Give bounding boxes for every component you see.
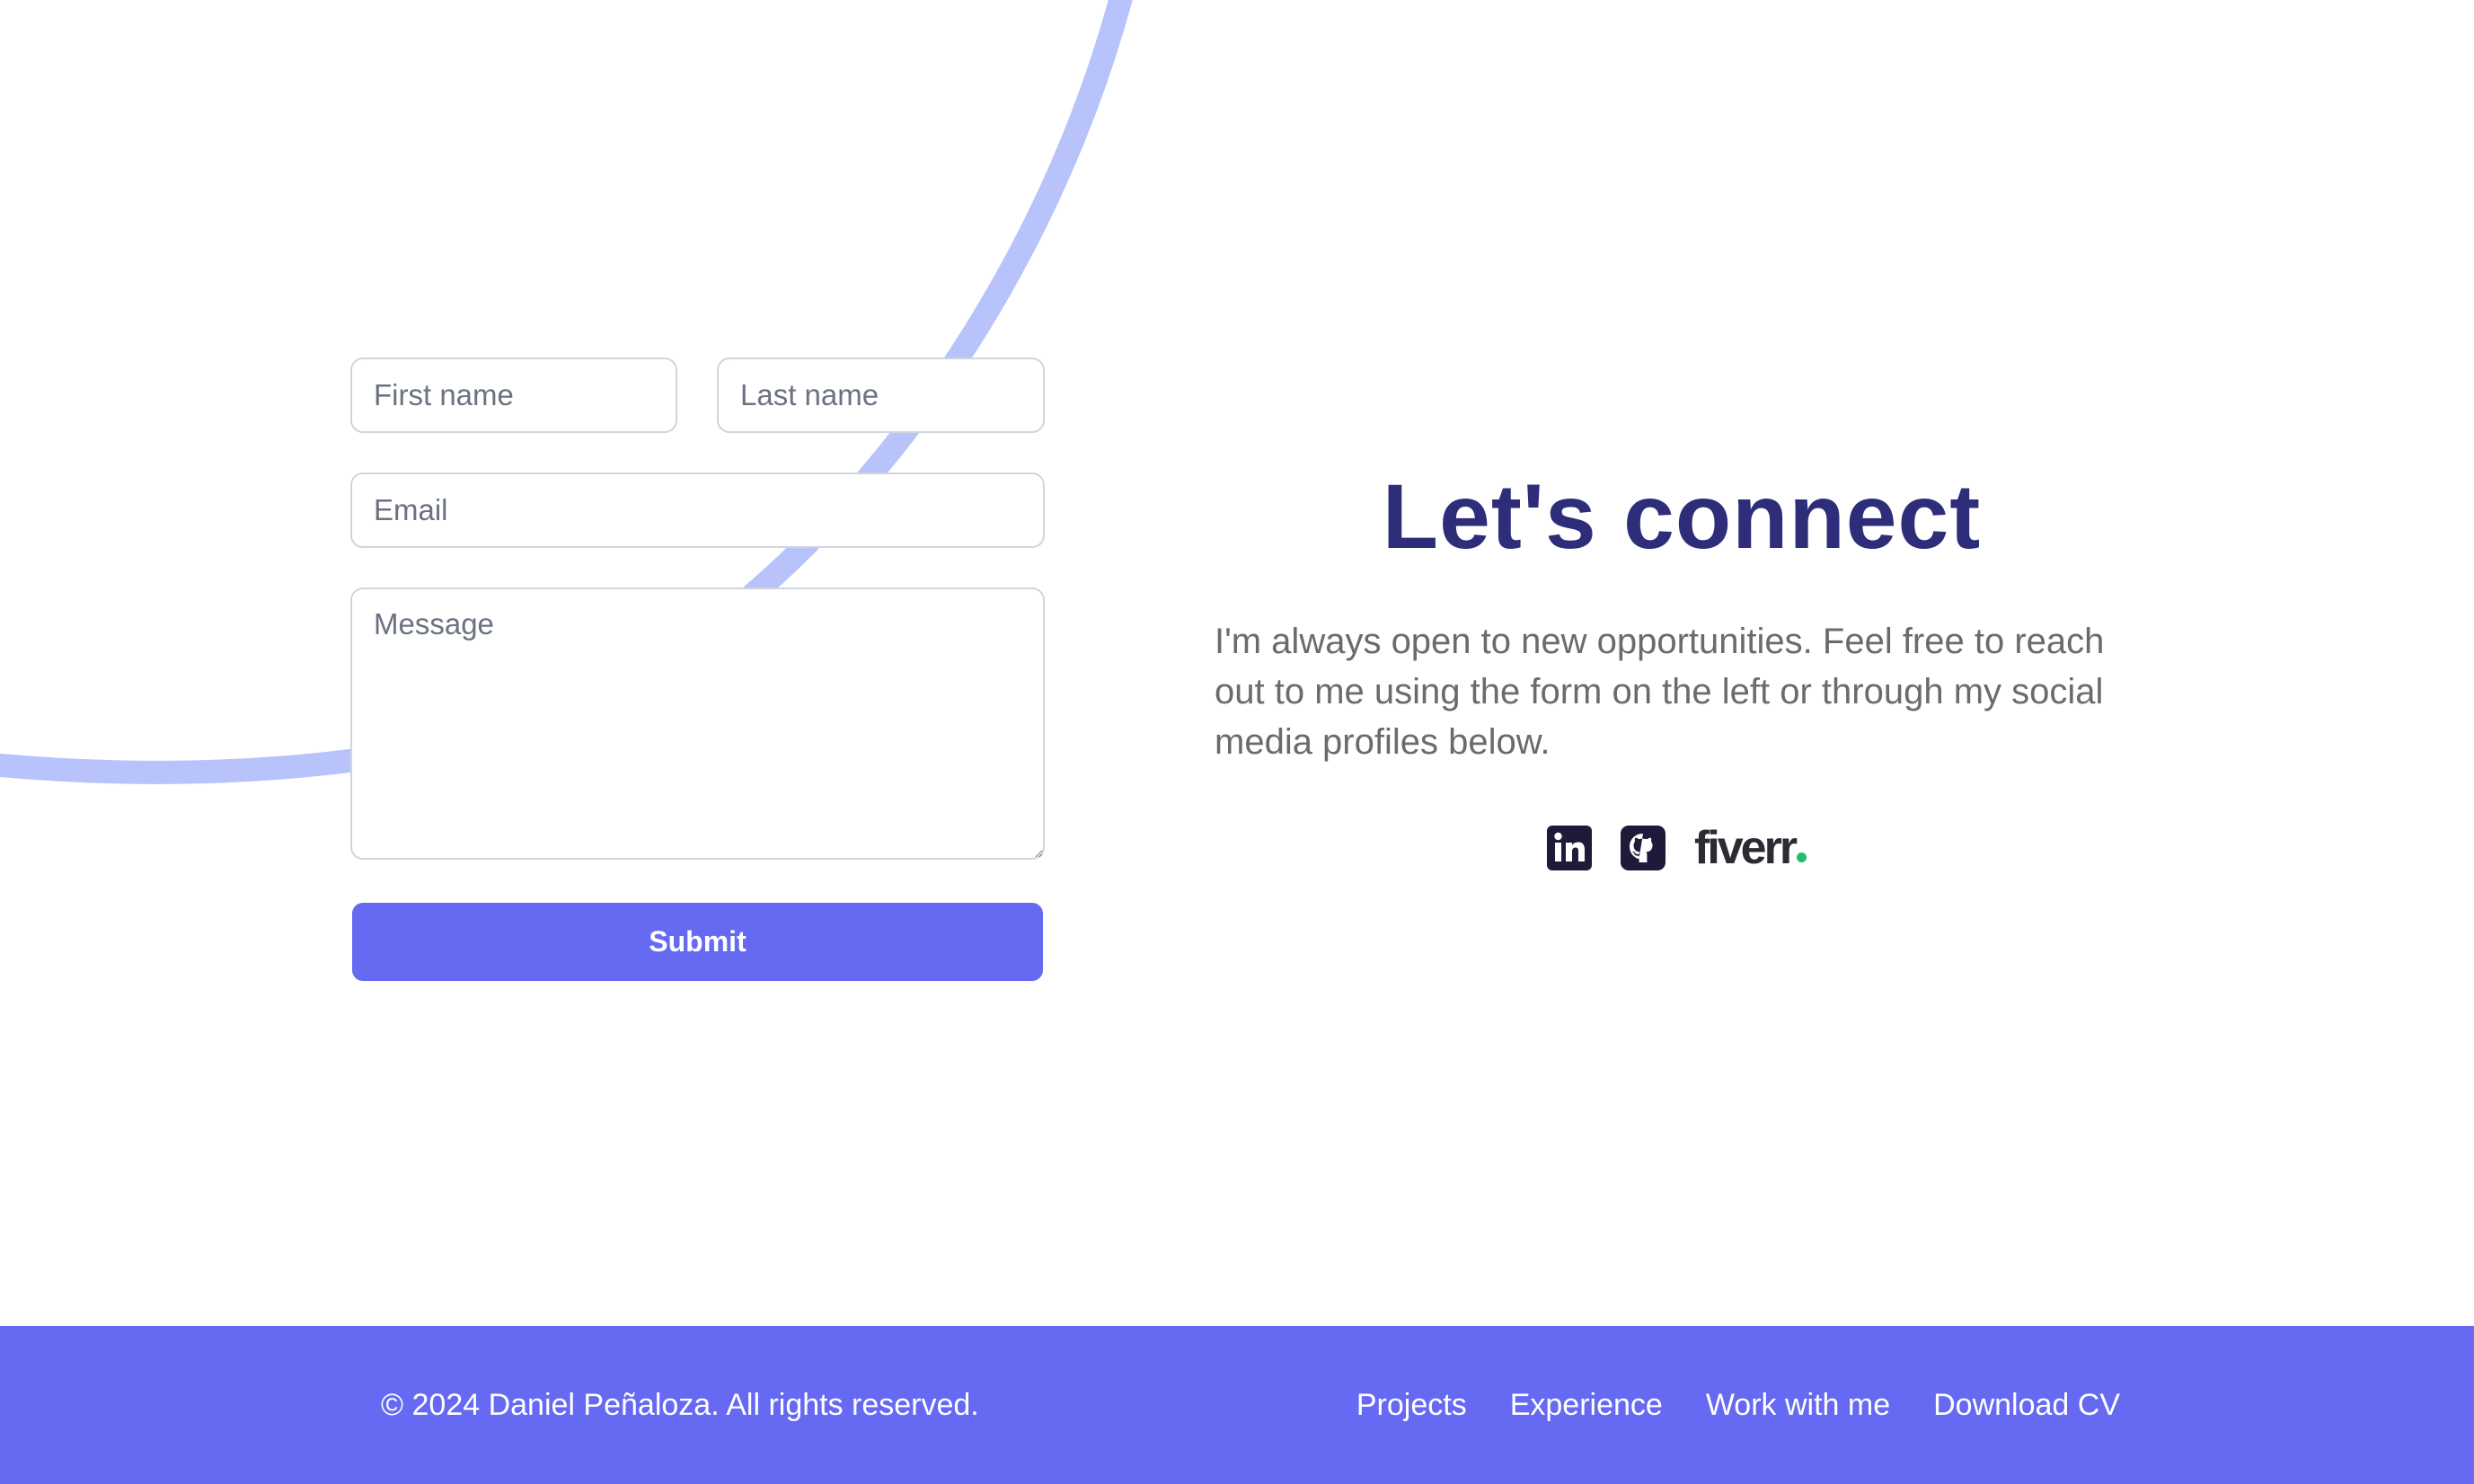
copyright-text: © 2024 Daniel Peñaloza. All rights reser… xyxy=(381,1388,979,1422)
submit-button[interactable]: Submit xyxy=(352,903,1043,981)
github-icon xyxy=(1621,826,1666,870)
fiverr-logo-dot xyxy=(1797,852,1807,862)
fiverr-logo: fiverr xyxy=(1694,822,1798,874)
footer-link-experience[interactable]: Experience xyxy=(1510,1388,1663,1423)
footer-link-download-cv[interactable]: Download CV xyxy=(1933,1388,2120,1423)
footer-nav: Projects Experience Work with me Downloa… xyxy=(1313,1326,2120,1484)
page: Submit Let's connect I'm always open to … xyxy=(0,0,2474,1484)
connect-description: I'm always open to new opportunities. Fe… xyxy=(1215,622,2105,762)
email-input[interactable] xyxy=(350,473,1045,548)
site-footer: © 2024 Daniel Peñaloza. All rights reser… xyxy=(0,1326,2474,1484)
linkedin-icon xyxy=(1547,826,1592,870)
social-links: fiverr xyxy=(1547,821,1807,875)
connect-title: Let's connect xyxy=(1382,465,1982,568)
first-name-input[interactable] xyxy=(350,358,677,433)
fiverr-link[interactable]: fiverr xyxy=(1694,821,1807,875)
footer-link-work-with-me[interactable]: Work with me xyxy=(1706,1388,1890,1423)
github-link[interactable] xyxy=(1621,826,1666,870)
last-name-input[interactable] xyxy=(717,358,1045,433)
footer-link-projects[interactable]: Projects xyxy=(1356,1388,1467,1423)
linkedin-link[interactable] xyxy=(1547,826,1592,870)
message-textarea[interactable] xyxy=(350,587,1045,860)
